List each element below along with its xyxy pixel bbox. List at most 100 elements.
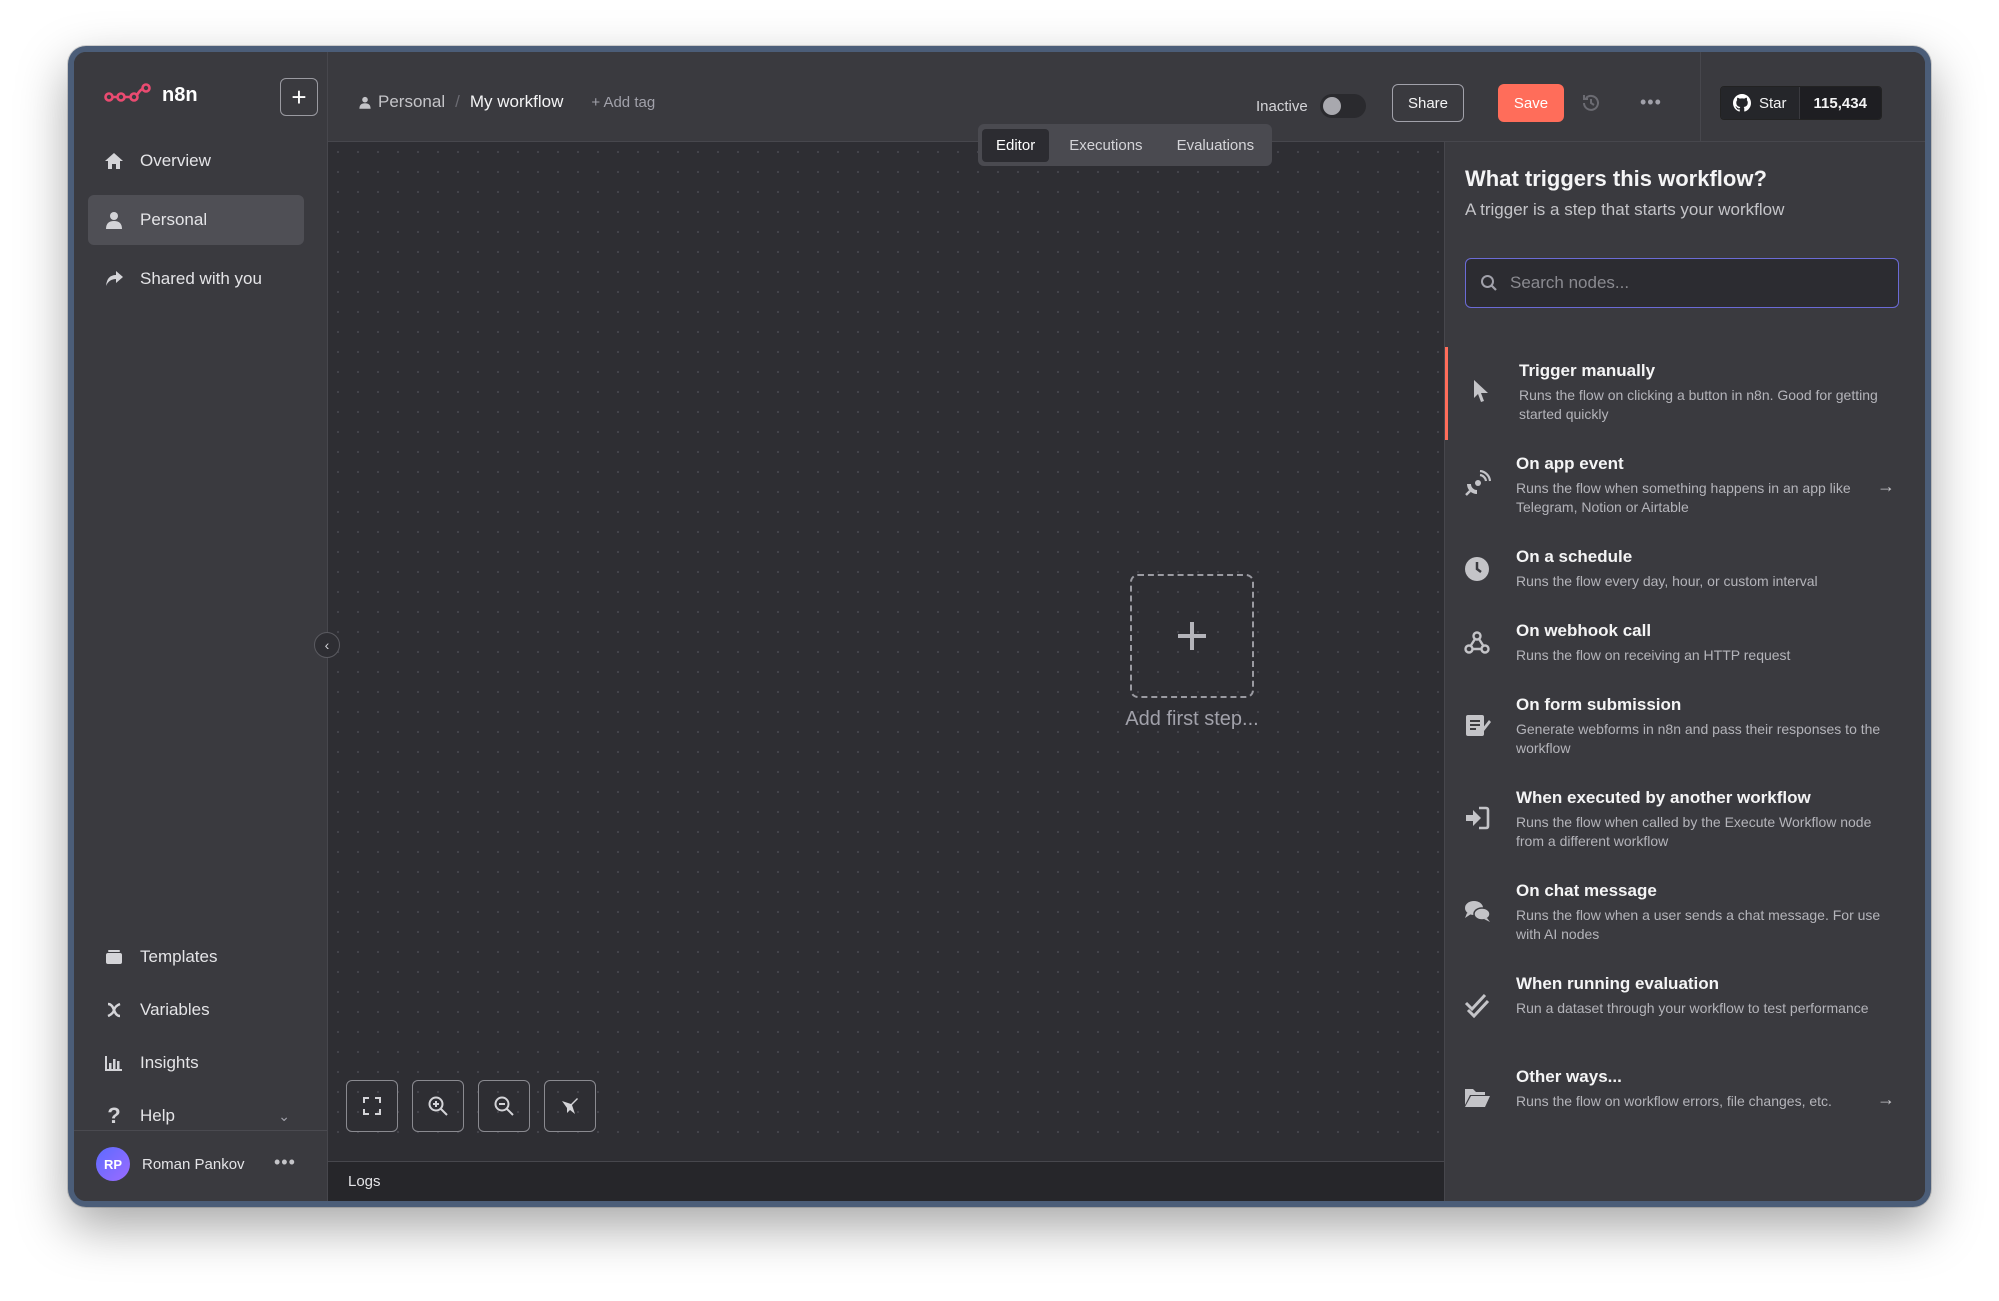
- trigger-name: When running evaluation: [1516, 974, 1720, 993]
- panel-title: What triggers this workflow?: [1465, 166, 1767, 191]
- sidebar-item-label: Variables: [140, 1000, 210, 1019]
- chat-icon: [1463, 897, 1493, 927]
- trigger-option-chat[interactable]: On chat message Runs the flow when a use…: [1445, 867, 1925, 960]
- form-icon: [1463, 711, 1493, 741]
- avatar: RP: [96, 1147, 130, 1181]
- trigger-description: Runs the flow on receiving an HTTP reque…: [1516, 647, 1791, 663]
- panel-subtitle: A trigger is a step that starts your wor…: [1465, 200, 1785, 219]
- trigger-panel: What triggers this workflow? A trigger i…: [1444, 142, 1925, 1201]
- tab-executions[interactable]: Executions: [1055, 129, 1156, 162]
- github-star-count: 115,434: [1799, 87, 1881, 119]
- logs-label: Logs: [348, 1173, 381, 1190]
- tidy-up-button[interactable]: [544, 1080, 596, 1132]
- logs-bar[interactable]: Logs: [328, 1161, 1444, 1201]
- templates-icon: [104, 947, 124, 967]
- trigger-option-app-event[interactable]: On app event Runs the flow when somethin…: [1445, 440, 1925, 533]
- trigger-description: Runs the flow when a user sends a chat m…: [1516, 907, 1881, 942]
- share-button[interactable]: Share: [1392, 84, 1464, 122]
- cursor-icon: [1466, 377, 1496, 407]
- header-divider: [1700, 52, 1701, 142]
- create-new-button[interactable]: +: [280, 78, 318, 116]
- breadcrumb-separator: /: [455, 92, 460, 111]
- sidebar-item-variables[interactable]: Variables: [88, 985, 304, 1035]
- status-label: Inactive: [1256, 97, 1308, 115]
- save-button[interactable]: Save: [1498, 84, 1564, 122]
- search-box: [1465, 258, 1899, 308]
- fit-view-button[interactable]: [346, 1080, 398, 1132]
- sidebar-item-overview[interactable]: Overview: [88, 136, 304, 186]
- zoom-in-icon: [428, 1096, 448, 1116]
- github-star[interactable]: Star: [1721, 87, 1800, 119]
- sidebar-item-templates[interactable]: Templates: [88, 932, 304, 982]
- trigger-option-sub-workflow[interactable]: When executed by another workflow Runs t…: [1445, 774, 1925, 867]
- trigger-option-evaluation[interactable]: When running evaluation Run a dataset th…: [1445, 960, 1925, 1053]
- trigger-option-form[interactable]: On form submission Generate webforms in …: [1445, 681, 1925, 774]
- tab-editor[interactable]: Editor: [982, 128, 1050, 162]
- zoom-out-button[interactable]: [478, 1080, 530, 1132]
- trigger-name: When executed by another workflow: [1516, 788, 1811, 807]
- check-double-icon: [1463, 990, 1493, 1020]
- workflow-name[interactable]: My workflow: [470, 92, 564, 112]
- search-icon: [1481, 275, 1497, 291]
- sidebar-item-shared[interactable]: Shared with you: [88, 254, 304, 304]
- app-name: n8n: [162, 83, 198, 106]
- sidebar-item-label: Personal: [140, 210, 208, 229]
- sidebar-item-label: Overview: [140, 151, 211, 170]
- trigger-description: Runs the flow when called by the Execute…: [1516, 814, 1872, 849]
- n8n-app: n8n + Overview Personal Shared with you: [74, 52, 1925, 1201]
- arrow-right-icon: →: [1877, 1089, 1895, 1109]
- trigger-description: Generate webforms in n8n and pass their …: [1516, 721, 1881, 756]
- trigger-description: Runs the flow every day, hour, or custom…: [1516, 573, 1818, 589]
- app-window: n8n + Overview Personal Shared with you: [68, 46, 1931, 1207]
- active-toggle-group: Inactive: [1256, 94, 1366, 118]
- collapse-sidebar-button[interactable]: ‹: [314, 632, 340, 658]
- clock-icon: [1463, 555, 1493, 585]
- trigger-description: Runs the flow on clicking a button in n8…: [1519, 387, 1878, 422]
- insights-icon: [104, 1053, 124, 1073]
- trigger-name: Trigger manually: [1519, 361, 1656, 380]
- trigger-option-other[interactable]: Other ways... Runs the flow on workflow …: [1445, 1053, 1925, 1146]
- active-toggle[interactable]: [1319, 94, 1366, 118]
- folder-open-icon: [1463, 1083, 1493, 1113]
- trigger-name: On webhook call: [1516, 621, 1652, 640]
- user-icon: [359, 96, 371, 109]
- logo[interactable]: n8n: [104, 82, 198, 108]
- search-input[interactable]: [1510, 273, 1898, 293]
- user-more-icon[interactable]: •••: [274, 1152, 296, 1173]
- github-star-button[interactable]: Star 115,434: [1720, 86, 1882, 120]
- tab-evaluations[interactable]: Evaluations: [1163, 129, 1269, 162]
- sidebar-item-help[interactable]: ? Help ⌄: [88, 1091, 304, 1141]
- help-icon: ?: [107, 1103, 121, 1128]
- github-star-label: Star: [1759, 94, 1787, 112]
- zoom-in-button[interactable]: [412, 1080, 464, 1132]
- sidebar-item-personal[interactable]: Personal: [88, 195, 304, 245]
- more-options-icon[interactable]: •••: [1640, 92, 1662, 113]
- sidebar-item-label: Shared with you: [140, 269, 262, 288]
- chevron-down-icon: ⌄: [278, 1107, 290, 1124]
- breadcrumb-project[interactable]: Personal: [358, 92, 445, 112]
- sign-in-icon: [1463, 804, 1493, 834]
- trigger-description: Run a dataset through your workflow to t…: [1516, 1000, 1869, 1016]
- webhook-icon: [1463, 629, 1493, 659]
- sidebar-item-label: Insights: [140, 1053, 199, 1072]
- trigger-name: On a schedule: [1516, 547, 1633, 566]
- sidebar-item-label: Templates: [140, 947, 218, 966]
- trigger-name: On form submission: [1516, 695, 1682, 714]
- n8n-logo-icon: [104, 83, 151, 102]
- add-tag-button[interactable]: + Add tag: [591, 94, 655, 111]
- sidebar-divider: [74, 1130, 327, 1131]
- share-icon: [104, 269, 124, 289]
- user-icon: [104, 210, 124, 230]
- add-first-step-label: Add first step...: [1125, 708, 1259, 730]
- user-name: Roman Pankov: [142, 1155, 245, 1173]
- user-profile[interactable]: RP Roman Pankov: [96, 1147, 245, 1181]
- history-icon[interactable]: [1580, 92, 1602, 114]
- workflow-canvas[interactable]: Add first step...: [328, 142, 1444, 1142]
- trigger-name: On chat message: [1516, 881, 1657, 900]
- broom-icon: [562, 1098, 578, 1114]
- trigger-name: Other ways...: [1516, 1067, 1622, 1086]
- trigger-option-manual[interactable]: Trigger manually Runs the flow on clicki…: [1445, 347, 1925, 440]
- add-first-step-button[interactable]: [1130, 574, 1254, 698]
- sidebar-item-insights[interactable]: Insights: [88, 1038, 304, 1088]
- sidebar-item-label: Help: [140, 1106, 175, 1125]
